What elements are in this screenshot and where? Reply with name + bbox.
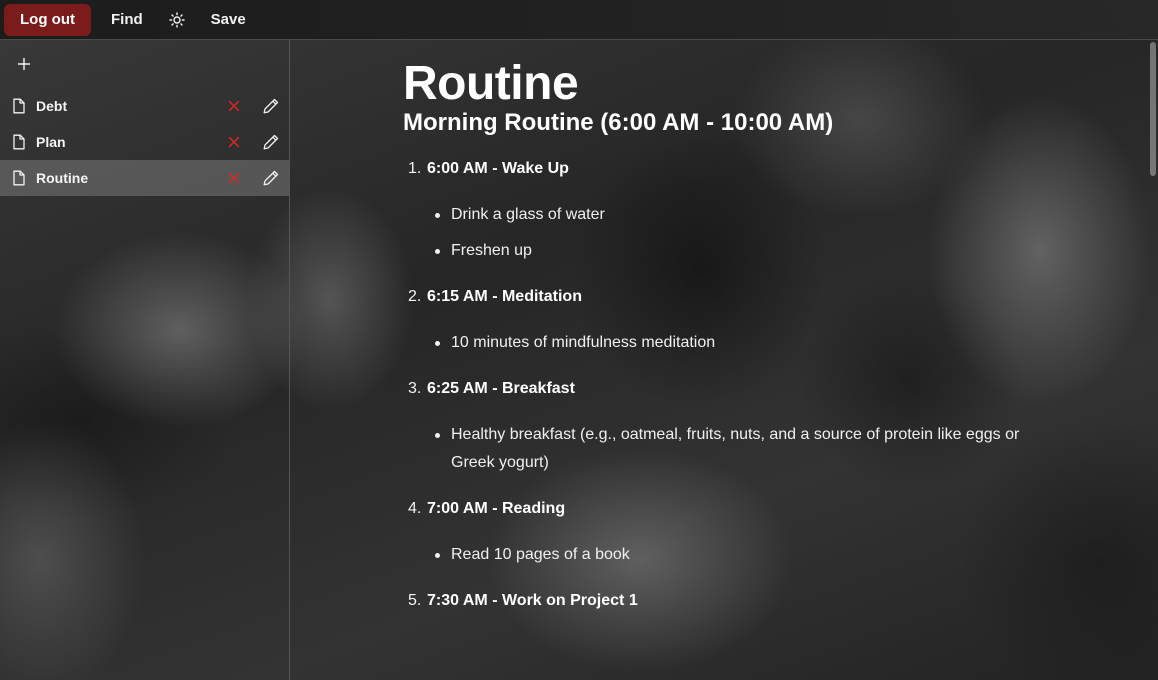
document-content: Routine Morning Routine (6:00 AM - 10:00… bbox=[403, 56, 1043, 611]
note-label: Plan bbox=[36, 134, 66, 150]
add-note-button[interactable] bbox=[14, 54, 34, 74]
scrollbar-thumb[interactable] bbox=[1150, 42, 1156, 176]
step-heading: 6:15 AM - Meditation bbox=[427, 288, 582, 305]
file-icon bbox=[13, 134, 25, 150]
content-scrollbar[interactable] bbox=[1148, 40, 1158, 680]
pencil-icon[interactable] bbox=[262, 169, 280, 187]
step-bullets: Healthy breakfast (e.g., oatmeal, fruits… bbox=[427, 421, 1043, 477]
routine-step: 4. 7:00 AM - Reading Read 10 pages of a bo… bbox=[403, 499, 1043, 569]
routine-step: 5. 7:30 AM - Work on Project 1 bbox=[403, 591, 1043, 611]
find-button[interactable]: Find bbox=[101, 4, 153, 36]
note-list: Debt Plan Routine bbox=[0, 88, 289, 196]
bullet-item: Freshen up bbox=[427, 237, 1043, 265]
file-icon bbox=[13, 170, 25, 186]
note-label: Debt bbox=[36, 98, 68, 114]
step-number: 4. bbox=[408, 500, 422, 517]
bullet-item: Drink a glass of water bbox=[427, 201, 1043, 229]
step-heading: 6:25 AM - Breakfast bbox=[427, 380, 575, 397]
step-number: 5. bbox=[408, 592, 422, 609]
step-bullets: Drink a glass of water Freshen up bbox=[427, 201, 1043, 265]
routine-step: 2. 6:15 AM - Meditation 10 minutes of mind… bbox=[403, 287, 1043, 357]
routine-step: 3. 6:25 AM - Breakfast Healthy breakfast (… bbox=[403, 379, 1043, 477]
plus-icon bbox=[17, 57, 31, 71]
note-item[interactable]: Routine bbox=[0, 160, 289, 196]
sidebar: Debt Plan Routine bbox=[0, 40, 290, 680]
file-icon bbox=[13, 98, 25, 114]
document-subtitle: Morning Routine (6:00 AM - 10:00 AM) bbox=[403, 109, 834, 136]
step-number: 3. bbox=[408, 380, 422, 397]
step-bullets: Read 10 pages of a book bbox=[427, 541, 1043, 569]
delete-icon[interactable] bbox=[226, 134, 242, 150]
bullet-item: Read 10 pages of a book bbox=[427, 541, 1043, 569]
step-number: 1. bbox=[408, 160, 422, 177]
document-title: Routine bbox=[403, 57, 579, 110]
sun-icon bbox=[168, 11, 185, 28]
delete-icon[interactable] bbox=[226, 98, 242, 114]
step-heading: 7:30 AM - Work on Project 1 bbox=[427, 592, 638, 609]
pencil-icon[interactable] bbox=[262, 97, 280, 115]
delete-icon[interactable] bbox=[226, 170, 242, 186]
note-label: Routine bbox=[36, 170, 89, 186]
routine-step: 1. 6:00 AM - Wake Up Drink a glass of wate… bbox=[403, 159, 1043, 265]
top-toolbar: Log out Find Save bbox=[0, 0, 1158, 40]
step-number: 2. bbox=[408, 288, 422, 305]
routine-steps: 1. 6:00 AM - Wake Up Drink a glass of wate… bbox=[403, 159, 1043, 611]
step-heading: 6:00 AM - Wake Up bbox=[427, 160, 569, 177]
note-item[interactable]: Debt bbox=[0, 88, 289, 124]
pencil-icon[interactable] bbox=[262, 133, 280, 151]
theme-toggle-button[interactable] bbox=[163, 4, 191, 36]
save-button[interactable]: Save bbox=[201, 4, 256, 36]
bullet-item: 10 minutes of mindfulness meditation bbox=[427, 329, 1043, 357]
bullet-item: Healthy breakfast (e.g., oatmeal, fruits… bbox=[427, 421, 1043, 477]
note-item[interactable]: Plan bbox=[0, 124, 289, 160]
step-bullets: 10 minutes of mindfulness meditation bbox=[427, 329, 1043, 357]
logout-button[interactable]: Log out bbox=[4, 3, 91, 36]
step-heading: 7:00 AM - Reading bbox=[427, 500, 566, 517]
